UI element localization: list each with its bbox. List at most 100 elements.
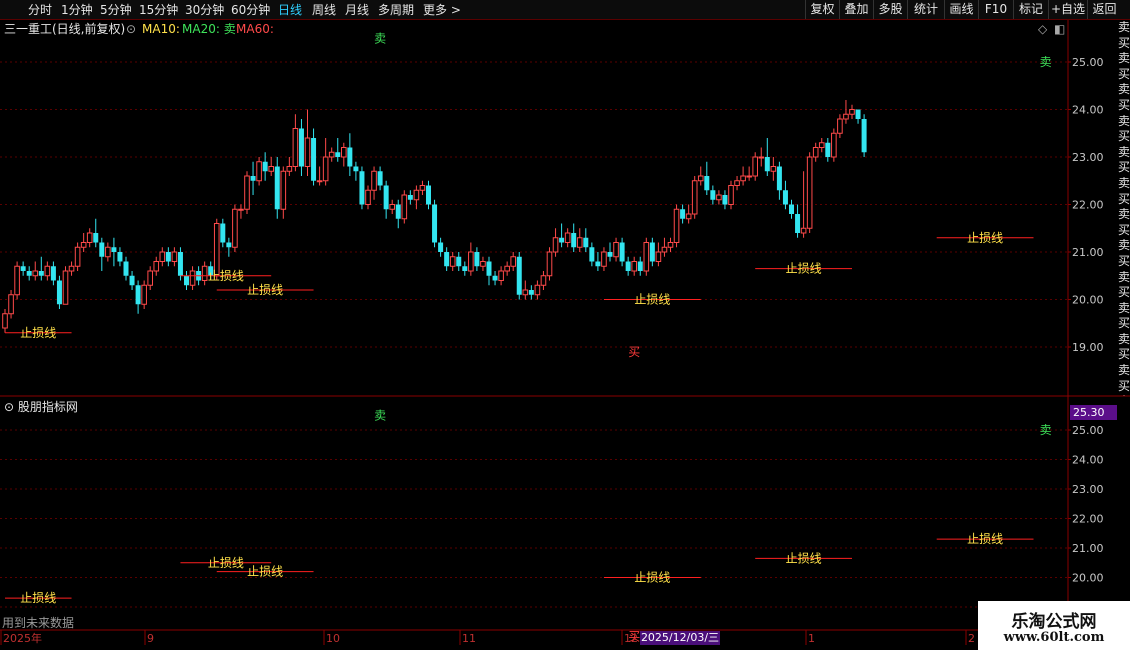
candle xyxy=(74,242,81,271)
candle-body xyxy=(220,223,226,243)
candle-body xyxy=(528,290,534,295)
candle xyxy=(298,119,304,176)
candle-body xyxy=(20,266,26,271)
candle-body xyxy=(8,294,14,315)
candle-body xyxy=(758,156,765,159)
indicator-name: 股朋指标网 xyxy=(17,400,78,414)
candle-body xyxy=(806,156,813,229)
candle-body xyxy=(607,252,613,257)
candle xyxy=(353,161,359,181)
candle xyxy=(274,157,280,219)
candle-body xyxy=(462,266,468,271)
candle xyxy=(147,266,153,290)
candle xyxy=(280,166,287,219)
candle xyxy=(117,247,123,267)
candle xyxy=(438,237,444,257)
candle-body xyxy=(256,161,262,182)
candle xyxy=(316,166,323,186)
candle xyxy=(432,199,438,248)
candle-body xyxy=(292,128,299,167)
kline-chart[interactable]: 25.00 24.00 23.00 22.00 21.00 20.00 19.00 25.0… xyxy=(0,0,1130,650)
y-tick-label: 24.00 xyxy=(1072,454,1104,467)
candle xyxy=(123,256,129,281)
candle-body xyxy=(740,175,746,182)
candle-body xyxy=(153,261,160,272)
candle-body xyxy=(359,171,365,205)
candle xyxy=(159,247,166,267)
candle xyxy=(268,157,274,176)
candle xyxy=(444,247,450,271)
candle-body xyxy=(800,227,807,234)
candle-body xyxy=(795,214,801,233)
lower-y-axis-labels: 25.0024.0023.0022.0021.0020.0019.00 xyxy=(1068,424,1104,614)
candle xyxy=(141,280,147,309)
candle-body xyxy=(274,166,280,210)
candle-body xyxy=(855,109,861,119)
candle-body xyxy=(831,132,837,158)
candle-body xyxy=(691,180,698,215)
candle xyxy=(782,180,788,210)
candle-body xyxy=(432,204,438,243)
candle xyxy=(825,138,831,162)
candle-body xyxy=(673,208,680,243)
candle-body xyxy=(522,289,529,296)
candle-body xyxy=(564,232,571,243)
candle-body xyxy=(147,270,153,286)
candle xyxy=(201,261,208,286)
stop-loss-label: 止损线 xyxy=(786,551,822,565)
candle xyxy=(341,142,347,167)
candle xyxy=(764,138,770,176)
candle-body xyxy=(316,180,323,183)
candle xyxy=(93,218,99,248)
candle xyxy=(86,228,93,248)
candle-body xyxy=(661,246,668,253)
candle-body xyxy=(480,261,486,267)
candle-body xyxy=(268,166,274,172)
candle-body xyxy=(86,232,93,243)
candle xyxy=(534,280,541,300)
candle-body xyxy=(746,175,752,178)
candle-body xyxy=(407,195,413,200)
candle xyxy=(812,142,819,162)
candle-body xyxy=(825,142,831,157)
candle-body xyxy=(62,270,69,305)
candle xyxy=(44,261,51,281)
collapse-circle-icon[interactable]: ⊙ xyxy=(4,400,14,414)
candle xyxy=(419,180,426,195)
candle-body xyxy=(117,252,123,262)
candle xyxy=(226,237,232,257)
candle xyxy=(607,242,613,262)
candle xyxy=(522,280,529,300)
candle-body xyxy=(812,147,819,158)
candle xyxy=(589,242,595,267)
candle xyxy=(510,252,516,271)
candle xyxy=(311,128,317,186)
sell-signal: 卖 xyxy=(374,408,386,422)
candle-body xyxy=(559,237,565,243)
candle xyxy=(14,261,20,300)
candle-body xyxy=(129,275,135,286)
candle-body xyxy=(498,270,504,281)
candle xyxy=(322,138,329,186)
candle-body xyxy=(238,208,244,211)
candle xyxy=(758,147,765,167)
candle xyxy=(667,237,674,252)
candle xyxy=(184,271,189,290)
x-tick-label: 1 xyxy=(808,632,815,645)
candle xyxy=(129,271,135,290)
candle-body xyxy=(510,256,516,267)
candle-body xyxy=(667,242,674,248)
candle xyxy=(601,247,607,271)
site-watermark: 乐淘公式网 www.60lt.com xyxy=(978,601,1130,650)
candle xyxy=(80,233,87,252)
candle xyxy=(462,261,468,276)
candle xyxy=(571,223,577,252)
candle-body xyxy=(389,204,395,210)
candle-body xyxy=(444,252,450,267)
candle-body xyxy=(413,189,420,201)
candle-body xyxy=(704,176,710,191)
candle xyxy=(56,275,62,309)
candle-body xyxy=(56,280,62,305)
candle xyxy=(474,247,480,271)
candle-body xyxy=(298,128,304,167)
